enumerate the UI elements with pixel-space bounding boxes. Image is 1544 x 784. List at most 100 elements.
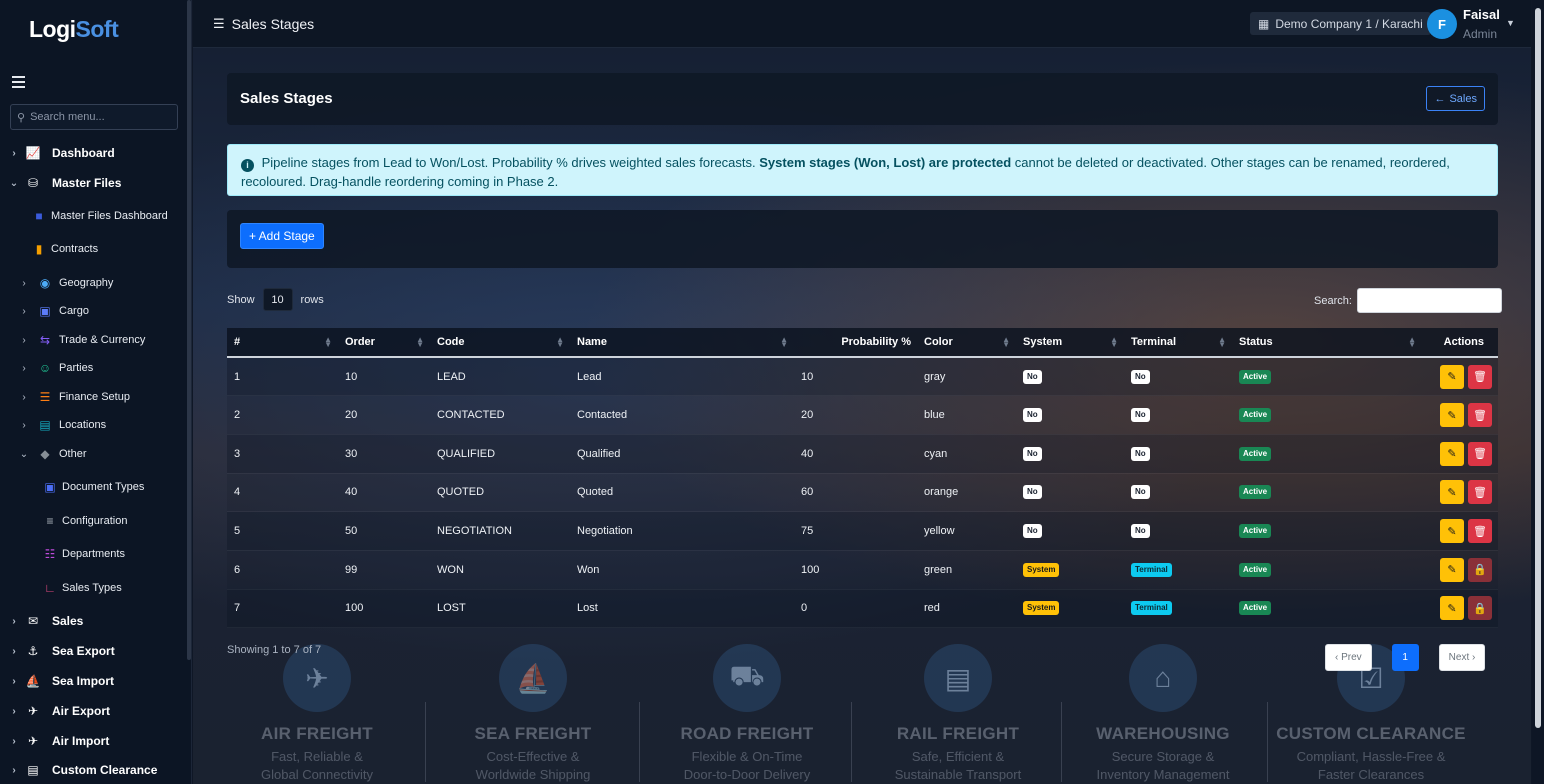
next-page-button[interactable]: Next › [1438,644,1486,671]
th-actions: Actions [1422,328,1498,358]
cell-probability: 100 [794,550,917,590]
sidebar-item-finance-setup[interactable]: › ☰ Finance Setup [19,387,130,407]
user-name[interactable]: Faisal [1463,7,1500,22]
app-logo[interactable]: LogiSoft [29,16,119,43]
sidebar-item-geography[interactable]: › ◉ Geography [19,273,113,293]
terminal-badge: No [1131,485,1150,500]
avatar[interactable]: F [1427,9,1457,39]
edit-button[interactable]: ✎ [1440,403,1464,428]
th-probability[interactable]: Probability % [794,328,917,358]
th-status[interactable]: Status ▲ ▼ [1232,328,1422,358]
sidebar-item-sea-import[interactable]: › ⛵ Sea Import [9,671,114,691]
cell-number: 7 [227,589,338,629]
chevron-right-icon: › [12,675,16,687]
table-search: Search: [1314,288,1502,313]
th-order[interactable]: Order ▲ ▼ [338,328,430,358]
lock-icon: 🔒 [1468,596,1492,621]
prev-page-button[interactable]: ‹ Prev [1325,644,1372,671]
edit-button[interactable]: ✎ [1440,441,1464,466]
sidebar-item-sea-export[interactable]: › ⚓ Sea Export [9,641,114,661]
cell-system: No [1016,434,1124,474]
th-color[interactable]: Color ▲ ▼ [917,328,1016,358]
sidebar-item-trade-currency[interactable]: › ⇆ Trade & Currency [19,330,145,350]
th-name[interactable]: Name ▲ ▼ [570,328,794,358]
edit-button[interactable]: ✎ [1440,596,1464,621]
sidebar-item-custom-clearance[interactable]: › ▤ Custom Clearance [9,760,157,780]
delete-button[interactable]: 🗑 [1468,403,1492,428]
caret-down-icon[interactable]: ▼ [1506,18,1515,28]
table-search-input[interactable] [1356,288,1502,313]
cell-system: No [1016,357,1124,397]
cell-name: Lead [570,357,794,397]
page-1-button[interactable]: 1 [1391,644,1419,671]
terminal-badge: No [1131,408,1150,423]
cell-status: Active [1232,511,1422,551]
delete-button[interactable]: 🗑 [1468,441,1492,466]
chevron-right-icon: › [22,334,26,346]
service-road-freight: ⛟ ROAD FREIGHT Flexible & On-Time Door-to… [647,644,847,784]
sidebar-item-configuration[interactable]: ≡ Configuration [42,511,127,531]
truck-icon: ⛟ [713,644,781,712]
cell-actions: ✎ 🗑 [1422,434,1498,474]
th-terminal[interactable]: Terminal ▲ ▼ [1124,328,1232,358]
delete-button[interactable]: 🗑 [1468,519,1492,544]
edit-button[interactable]: ✎ [1440,557,1464,582]
service-rail-freight: ▤ RAIL FREIGHT Safe, Efficient & Sustaina… [858,644,1058,784]
system-badge: System [1023,562,1060,577]
delete-button[interactable]: 🗑 [1468,480,1492,505]
company-selector[interactable]: ▦ Demo Company 1 / Karachi [1250,12,1431,35]
edit-button[interactable]: ✎ [1440,519,1464,544]
plane-arrival-icon: ✈ [27,734,39,748]
cell-color: yellow [917,511,1016,551]
th-system[interactable]: System ▲ ▼ [1016,328,1124,358]
sidebar-item-parties[interactable]: › ☺ Parties [19,358,93,378]
edit-button[interactable]: ✎ [1440,480,1464,505]
sidebar-item-dashboard[interactable]: › 📈 Dashboard [9,143,114,163]
add-stage-button[interactable]: + Add Stage [240,223,324,249]
sidebar-item-air-export[interactable]: › ✈ Air Export [9,701,110,721]
back-to-sales-button[interactable]: ← Sales [1426,86,1485,111]
sidebar-item-departments[interactable]: ☷ Departments [42,544,125,564]
page-scrollbar[interactable] [1532,0,1544,784]
cell-status: Active [1232,395,1422,435]
delete-button[interactable]: 🗑 [1468,364,1492,389]
page-length-select[interactable]: 10 [262,288,293,311]
chevron-right-icon: › [22,277,26,289]
sidebar-item-air-import[interactable]: › ✈ Air Import [9,731,109,751]
sidebar-search[interactable]: ⚲ [10,104,178,130]
th-number[interactable]: # ▲ ▼ [227,328,338,358]
page-heading: Sales Stages [240,90,333,107]
sidebar-item-contracts[interactable]: ▮ Contracts [31,239,98,259]
cell-color: cyan [917,434,1016,474]
cell-terminal: No [1124,511,1232,551]
coins-icon: ☰ [39,390,51,404]
sidebar-search-input[interactable] [30,111,171,123]
cell-color: orange [917,473,1016,513]
th-code[interactable]: Code ▲ ▼ [430,328,570,358]
info-icon: i [241,159,254,172]
page-title: ☰ Sales Stages [213,16,315,32]
sidebar-item-other[interactable]: ⌄ ◆ Other [19,444,87,464]
sidebar-item-master-files[interactable]: ⌄ ⛁ Master Files [9,173,122,193]
sidebar-item-sales-types[interactable]: ∟ Sales Types [42,578,122,598]
sort-icon: ▲ ▼ [1002,335,1010,349]
menu-toggle-icon[interactable] [12,76,25,88]
status-badge: Active [1239,601,1272,616]
search-icon: ⚲ [17,111,26,124]
terminal-badge: No [1131,446,1150,461]
cell-actions: ✎ 🗑 [1422,357,1498,397]
cell-name: Qualified [570,434,794,474]
sidebar-item-cargo[interactable]: › ▣ Cargo [19,301,89,321]
sidebar-item-document-types[interactable]: ▣ Document Types [42,477,144,497]
cell-probability: 20 [794,395,917,435]
warehouse-icon: ▤ [39,418,51,432]
edit-button[interactable]: ✎ [1440,364,1464,389]
cell-terminal: No [1124,357,1232,397]
cell-system: System [1016,550,1124,590]
sidebar-item-master-files-dashboard[interactable]: ■ Master Files Dashboard [31,206,167,226]
sidebar-item-locations[interactable]: › ▤ Locations [19,415,106,435]
sidebar-scrollbar[interactable] [187,0,191,660]
cell-order: 30 [338,434,430,474]
sitemap-icon: ☷ [44,547,56,561]
sidebar-item-sales[interactable]: › ✉ Sales [9,611,83,631]
